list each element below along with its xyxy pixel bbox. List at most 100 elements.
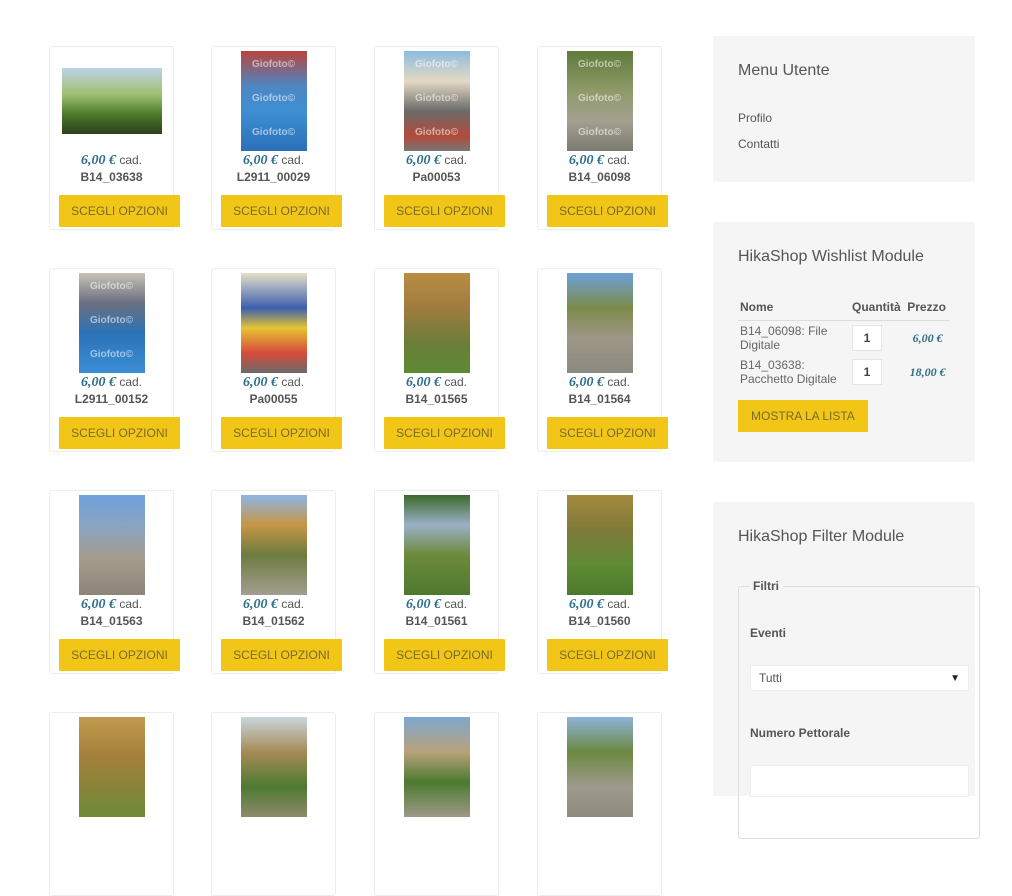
link-contatti[interactable]: Contatti <box>738 137 779 151</box>
product-thumb-link[interactable] <box>403 495 470 595</box>
product-code: L2911_00152 <box>74 392 149 406</box>
product-photo <box>403 495 470 595</box>
product-photo: Giofoto© Giofoto© Giofoto© <box>240 51 307 151</box>
product-thumb-link[interactable]: Giofoto© Giofoto© Giofoto© <box>566 51 633 151</box>
product-code: B14_01564 <box>568 392 631 406</box>
menu-utente-module: Menu Utente Profilo Contatti <box>713 36 975 182</box>
wishlist-qty-input[interactable]: 1 <box>852 359 882 385</box>
wishlist-item-price: 18,00 € <box>909 364 946 379</box>
price-amount: 6,00 € <box>568 153 604 168</box>
product-photo <box>566 273 633 373</box>
scegli-opzioni-button[interactable]: SCEGLI OPZIONI <box>221 639 342 671</box>
price-amount: 6,00 € <box>242 153 278 168</box>
product-thumb-link[interactable]: Giofoto© Giofoto© Giofoto© <box>78 273 145 373</box>
product-price: 6,00 € cad. <box>538 153 661 169</box>
price-amount: 6,00 € <box>568 597 604 612</box>
eventi-select[interactable]: Tutti ▼ <box>750 665 969 691</box>
filter-fieldset: Filtri Eventi Tutti ▼ Numero Pettorale <box>738 579 980 839</box>
wishlist-header-price: Prezzo <box>905 298 950 321</box>
product-card: 6,00 € cad. B14_01561 SCEGLI OPZIONI <box>374 490 505 674</box>
product-price: 6,00 € cad. <box>50 375 173 391</box>
wishlist-row: B14_03638: Pacchetto Digitale 1 18,00 € <box>738 355 950 389</box>
product-thumb-link[interactable]: Giofoto© Giofoto© Giofoto© <box>403 51 470 151</box>
product-photo: Giofoto© Giofoto© Giofoto© <box>403 51 470 151</box>
scegli-opzioni-button[interactable]: SCEGLI OPZIONI <box>59 195 180 227</box>
product-code: Pa00053 <box>412 170 461 184</box>
product-photo <box>566 495 633 595</box>
product-thumb-link[interactable] <box>403 273 470 373</box>
product-photo <box>61 68 162 134</box>
product-price: 6,00 € cad. <box>212 597 335 613</box>
menu-utente-title: Menu Utente <box>738 62 830 79</box>
link-profilo[interactable]: Profilo <box>738 111 772 125</box>
price-amount: 6,00 € <box>405 153 441 168</box>
product-price: 6,00 € cad. <box>538 375 661 391</box>
wishlist-table: Nome Quantità Prezzo B14_06098: File Dig… <box>738 298 950 389</box>
product-card: 6,00 € cad. Pa00055 SCEGLI OPZIONI <box>211 268 342 452</box>
product-code: B14_01561 <box>405 614 468 628</box>
product-code: B14_01560 <box>568 614 631 628</box>
scegli-opzioni-button[interactable]: SCEGLI OPZIONI <box>547 639 668 671</box>
price-unit: cad. <box>440 153 467 167</box>
product-photo <box>240 495 307 595</box>
product-thumb-link[interactable] <box>240 717 307 817</box>
product-code: B14_03638 <box>80 170 143 184</box>
product-photo <box>403 273 470 373</box>
product-card: 6,00 € cad. B14_01560 SCEGLI OPZIONI <box>537 490 668 674</box>
pettorale-input[interactable] <box>750 765 969 797</box>
photo-watermark: Giofoto© <box>90 315 133 326</box>
product-card: 6,00 € cad. B14_01564 SCEGLI OPZIONI <box>537 268 668 452</box>
scegli-opzioni-button[interactable]: SCEGLI OPZIONI <box>547 417 668 449</box>
scegli-opzioni-button[interactable]: SCEGLI OPZIONI <box>547 195 668 227</box>
scegli-opzioni-button[interactable]: SCEGLI OPZIONI <box>384 417 505 449</box>
eventi-selected-value: Tutti <box>759 671 782 685</box>
price-unit: cad. <box>603 597 630 611</box>
price-unit: cad. <box>277 153 304 167</box>
price-unit: cad. <box>277 597 304 611</box>
product-thumb-link[interactable] <box>566 273 633 373</box>
product-card: 6,00 € cad. B14_01563 SCEGLI OPZIONI <box>49 490 180 674</box>
price-unit: cad. <box>603 375 630 389</box>
scegli-opzioni-button[interactable]: SCEGLI OPZIONI <box>59 417 180 449</box>
scegli-opzioni-button[interactable]: SCEGLI OPZIONI <box>384 195 505 227</box>
product-thumb-link[interactable] <box>240 495 307 595</box>
product-thumb-link[interactable] <box>403 717 470 817</box>
price-unit: cad. <box>277 375 304 389</box>
filter-title: HikaShop Filter Module <box>738 528 905 545</box>
product-thumb-link[interactable] <box>566 495 633 595</box>
product-card <box>537 712 662 896</box>
scegli-opzioni-button[interactable]: SCEGLI OPZIONI <box>59 639 180 671</box>
product-price: 6,00 € cad. <box>375 375 498 391</box>
product-code: B14_01565 <box>405 392 468 406</box>
product-price: 6,00 € cad. <box>375 153 498 169</box>
price-amount: 6,00 € <box>242 597 278 612</box>
mostra-lista-button[interactable]: MOSTRA LA LISTA <box>738 400 868 432</box>
scegli-opzioni-button[interactable]: SCEGLI OPZIONI <box>384 639 505 671</box>
wishlist-item-price: 6,00 € <box>912 330 943 345</box>
product-thumb-link[interactable] <box>78 495 145 595</box>
product-thumb-link[interactable] <box>566 717 633 817</box>
price-unit: cad. <box>115 153 142 167</box>
price-unit: cad. <box>115 375 142 389</box>
product-price: 6,00 € cad. <box>50 597 173 613</box>
price-unit: cad. <box>115 597 142 611</box>
product-photo <box>240 273 307 373</box>
photo-watermark: Giofoto© <box>415 127 458 138</box>
wishlist-module: HikaShop Wishlist Module Nome Quantità P… <box>713 222 975 462</box>
product-code: B14_01563 <box>80 614 143 628</box>
product-thumb-link[interactable] <box>61 51 162 134</box>
wishlist-header-qty: Quantità <box>850 298 906 321</box>
product-thumb-link[interactable]: Giofoto© Giofoto© Giofoto© <box>240 51 307 151</box>
product-card: 6,00 € cad. B14_01562 SCEGLI OPZIONI <box>211 490 342 674</box>
price-amount: 6,00 € <box>80 597 116 612</box>
wishlist-item-name: B14_03638: Pacchetto Digitale <box>740 358 837 386</box>
product-code: B14_06098 <box>568 170 631 184</box>
product-card: 6,00 € cad. B14_03638 SCEGLI OPZIONI <box>49 46 180 230</box>
scegli-opzioni-button[interactable]: SCEGLI OPZIONI <box>221 195 342 227</box>
product-thumb-link[interactable] <box>240 273 307 373</box>
product-price: 6,00 € cad. <box>212 375 335 391</box>
product-price: 6,00 € cad. <box>212 153 335 169</box>
wishlist-qty-input[interactable]: 1 <box>852 325 882 351</box>
scegli-opzioni-button[interactable]: SCEGLI OPZIONI <box>221 417 342 449</box>
product-thumb-link[interactable] <box>78 717 145 817</box>
